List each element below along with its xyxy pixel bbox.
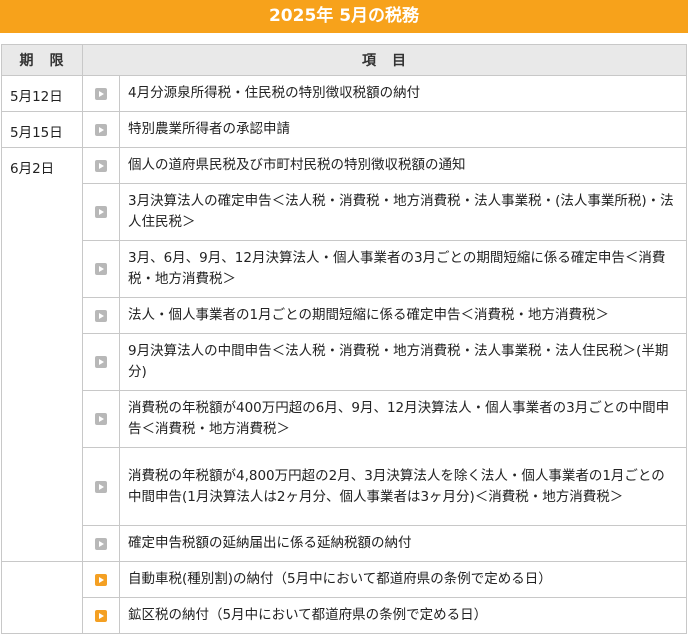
table-header-row: 期 限 項 目 <box>1 44 687 76</box>
icon-cell <box>82 147 120 184</box>
date-cell <box>1 561 83 634</box>
icon-cell <box>82 390 120 448</box>
item-text: 4月分源泉所得税・住民税の特別徴収税額の納付 <box>119 75 687 112</box>
item-text: 消費税の年税額が400万円超の6月、9月、12月決算法人・個人事業者の3月ごとの… <box>119 390 687 448</box>
icon-cell <box>82 525 120 562</box>
item-text: 自動車税(種別割)の納付（5月中において都道府県の条例で定める日） <box>119 561 687 598</box>
table-row: 3月決算法人の確定申告＜法人税・消費税・地方消費税・法人事業税・(法人事業所税)… <box>2 183 687 241</box>
date-label: 5月15日 <box>10 125 63 141</box>
date-cell: 5月12日 <box>1 75 83 112</box>
play-icon <box>95 309 107 322</box>
item-text: 消費税の年税額が4,800万円超の2月、3月決算法人を除く法人・個人事業者の1月… <box>119 447 687 526</box>
table-row: 5月15日 特別農業所得者の承認申請 <box>1 111 687 148</box>
tax-schedule-table: 期 限 項 目 5月12日 4月分源泉所得税・住民税の特別徴収税額の納付 5月1… <box>1 44 687 634</box>
date-label <box>10 562 82 571</box>
table-row: 6月2日 個人の道府県民税及び市町村民税の特別徴収税額の通知 <box>1 147 687 562</box>
play-icon <box>95 480 107 493</box>
table-row: 鉱区税の納付（5月中において都道府県の条例で定める日） <box>2 597 687 634</box>
play-icon <box>95 573 107 586</box>
date-cell: 6月2日 <box>1 147 83 562</box>
play-icon <box>95 356 107 368</box>
icon-cell <box>82 297 120 334</box>
item-text: 鉱区税の納付（5月中において都道府県の条例で定める日） <box>119 597 687 634</box>
play-icon <box>95 159 107 172</box>
item-text: 3月、6月、9月、12月決算法人・個人事業者の3月ごとの期間短縮に係る確定申告＜… <box>119 240 687 298</box>
play-icon <box>95 413 107 425</box>
icon-cell <box>82 111 120 148</box>
icon-cell <box>82 447 120 526</box>
table-row: 3月、6月、9月、12月決算法人・個人事業者の3月ごとの期間短縮に係る確定申告＜… <box>2 240 687 298</box>
item-text: 特別農業所得者の承認申請 <box>119 111 687 148</box>
item-text: 9月決算法人の中間申告＜法人税・消費税・地方消費税・法人事業税・法人住民税＞(半… <box>119 333 687 391</box>
icon-cell <box>82 333 120 391</box>
table-row: 確定申告税額の延納届出に係る延納税額の納付 <box>2 525 687 562</box>
table-row: 消費税の年税額が400万円超の6月、9月、12月決算法人・個人事業者の3月ごとの… <box>2 390 687 448</box>
date-label: 6月2日 <box>10 161 55 177</box>
date-label: 5月12日 <box>10 89 63 105</box>
table-row: 9月決算法人の中間申告＜法人税・消費税・地方消費税・法人事業税・法人住民税＞(半… <box>2 333 687 391</box>
item-text: 確定申告税額の延納届出に係る延納税額の納付 <box>119 525 687 562</box>
table-row: 5月12日 4月分源泉所得税・住民税の特別徴収税額の納付 <box>1 75 687 112</box>
icon-cell <box>82 75 120 112</box>
play-icon <box>95 87 107 100</box>
icon-cell <box>82 240 120 298</box>
table-row: 自動車税(種別割)の納付（5月中において都道府県の条例で定める日） <box>1 561 687 634</box>
play-icon <box>95 263 107 275</box>
header-items: 項 目 <box>82 44 687 76</box>
header-period: 期 限 <box>1 44 83 76</box>
item-text: 3月決算法人の確定申告＜法人税・消費税・地方消費税・法人事業税・(法人事業所税)… <box>119 183 687 241</box>
icon-cell <box>82 183 120 241</box>
date-cell: 5月15日 <box>1 111 83 148</box>
icon-cell <box>82 597 120 634</box>
page-title: 2025年 5月の税務 <box>0 0 688 33</box>
play-icon <box>95 206 107 218</box>
play-icon <box>95 123 107 136</box>
play-icon <box>95 537 107 550</box>
item-text: 法人・個人事業者の1月ごとの期間短縮に係る確定申告＜消費税・地方消費税＞ <box>119 297 687 334</box>
table-row: 消費税の年税額が4,800万円超の2月、3月決算法人を除く法人・個人事業者の1月… <box>2 447 687 526</box>
icon-cell <box>82 561 120 598</box>
table-row: 法人・個人事業者の1月ごとの期間短縮に係る確定申告＜消費税・地方消費税＞ <box>2 297 687 334</box>
item-text: 個人の道府県民税及び市町村民税の特別徴収税額の通知 <box>119 147 687 184</box>
